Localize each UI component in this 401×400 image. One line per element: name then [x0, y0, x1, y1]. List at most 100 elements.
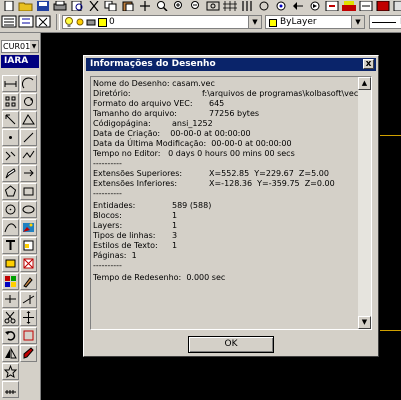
info-value: X=-128.36 Y=-359.75 Z=0.00	[209, 179, 335, 188]
info-line: Extensões Superiores:	[93, 169, 183, 178]
undo-arrow-icon[interactable]	[2, 327, 19, 344]
ok-button[interactable]: OK	[188, 336, 274, 353]
undo-icon[interactable]	[290, 1, 306, 11]
layer-manager-icon[interactable]	[1, 14, 17, 29]
info-value: 645	[209, 99, 225, 108]
brush-tool-icon[interactable]	[20, 273, 37, 290]
spline-tool-icon[interactable]	[2, 219, 19, 236]
layer-icon[interactable]	[341, 1, 357, 11]
chevron-down-icon[interactable]: ▼	[30, 41, 38, 52]
measure-tool-icon[interactable]	[2, 381, 19, 398]
layer-combo-value: 0	[109, 17, 115, 27]
move-cross-icon[interactable]	[20, 309, 37, 326]
drawing-line	[380, 330, 401, 331]
info-line: Tempo de Redesenho: 0.000 sec	[93, 273, 226, 282]
layer-select-value: CUR01	[3, 42, 31, 51]
edit-pencil-icon[interactable]	[2, 165, 19, 182]
lightbulb-icon	[64, 16, 74, 32]
close-icon[interactable]: x	[363, 59, 374, 69]
color-swatch	[269, 19, 277, 27]
info-line: Tamanho do arquivo:	[93, 109, 177, 118]
info-line: Tipos de linhas:	[93, 231, 156, 240]
pan-icon[interactable]	[137, 1, 153, 11]
zoom-in-icon[interactable]	[171, 1, 187, 11]
preview-icon[interactable]	[69, 1, 85, 11]
info-value: 1	[172, 211, 178, 220]
make-current-icon[interactable]	[35, 14, 51, 29]
linetype-combo[interactable]: By	[369, 15, 401, 29]
scroll-up-icon[interactable]: ▲	[358, 77, 371, 90]
extend-tool-icon[interactable]	[20, 291, 37, 308]
info-separator: ----------	[93, 189, 122, 198]
move-tool-icon[interactable]	[20, 165, 37, 182]
hatch-tool-icon[interactable]	[20, 237, 37, 254]
redo-icon[interactable]	[307, 1, 323, 11]
region-tool-icon[interactable]	[20, 327, 37, 344]
layer-combo[interactable]: 0 ▼	[62, 15, 262, 29]
info-listbox[interactable]: Nome do Desenho: casam.vec Diretório: f:…	[90, 76, 372, 330]
explode-tool-icon[interactable]	[2, 363, 19, 380]
info-line: Códigopágina:	[93, 119, 151, 128]
print-icon[interactable]	[52, 1, 68, 11]
zoom-out-icon[interactable]	[188, 1, 204, 11]
text-tool-icon[interactable]	[2, 237, 19, 254]
rotate-tool-icon[interactable]	[20, 93, 37, 110]
linetype-icon[interactable]	[358, 1, 374, 11]
info-line: Nome do Desenho: casam.vec	[93, 79, 215, 88]
cut-icon[interactable]	[86, 1, 102, 11]
chevron-down-icon[interactable]: ▼	[351, 16, 364, 28]
palette-icon[interactable]	[2, 273, 19, 290]
paste-icon[interactable]	[120, 1, 136, 11]
new-file-icon[interactable]	[1, 1, 17, 11]
pattern-tool-icon[interactable]	[20, 255, 37, 272]
properties-icon[interactable]	[392, 1, 401, 11]
scale-tool-icon[interactable]	[2, 111, 19, 128]
drawing-info-dialog: Informações do Desenho x Nome do Desenho…	[83, 55, 379, 357]
info-text: Nome do Desenho: casam.vec Diretório: f:…	[93, 79, 358, 327]
info-value: f:\arquivos de programas\kolbasoft\vecad…	[202, 89, 358, 98]
layer-state-icon[interactable]	[18, 14, 34, 29]
regen-icon[interactable]	[273, 1, 289, 11]
line-tool-icon[interactable]	[20, 129, 37, 146]
grid-icon[interactable]	[222, 1, 238, 11]
help-icon[interactable]	[324, 1, 340, 11]
vertical-scrollbar[interactable]: ▲ ▼	[358, 77, 371, 329]
chevron-down-icon[interactable]: ▼	[248, 16, 261, 28]
scissors-icon[interactable]	[2, 309, 19, 326]
polygon-tool-icon[interactable]	[2, 183, 19, 200]
layer-toolbar: 0 ▼ ByLayer ▼ By	[0, 12, 401, 33]
arc-tool-icon[interactable]	[20, 75, 37, 92]
polyline-tool-icon[interactable]	[20, 147, 37, 164]
color-combo[interactable]: ByLayer ▼	[265, 15, 365, 29]
array-tool-icon[interactable]	[2, 93, 19, 110]
info-separator: ----------	[93, 159, 122, 168]
zoom-window-icon[interactable]	[154, 1, 170, 11]
scroll-down-icon[interactable]: ▼	[358, 316, 371, 329]
stretch-tool-icon[interactable]	[20, 111, 37, 128]
pen-tool-icon[interactable]	[20, 345, 37, 362]
info-value: X=552.85 Y=229.67 Z=5.00	[209, 169, 329, 178]
image-tool-icon[interactable]	[20, 219, 37, 236]
ellipse-tool-icon[interactable]	[20, 201, 37, 218]
dialog-titlebar: Informações do Desenho x	[86, 58, 376, 71]
open-folder-icon[interactable]	[18, 1, 34, 11]
color-icon[interactable]	[375, 1, 391, 11]
point-tool-icon[interactable]	[2, 129, 19, 146]
circle-tool-icon[interactable]	[2, 201, 19, 218]
mirror-tool-icon[interactable]	[2, 345, 19, 362]
dimension-horizontal-icon[interactable]	[2, 75, 19, 92]
rectangle-tool-icon[interactable]	[20, 183, 37, 200]
info-line: Data de Criação: 00-00-0 at 00:00:00	[93, 129, 251, 138]
offset-tool-icon[interactable]	[2, 147, 19, 164]
info-value: 1	[172, 241, 178, 250]
trim-tool-icon[interactable]	[2, 291, 19, 308]
color-combo-value: ByLayer	[280, 17, 317, 27]
layer-select[interactable]: CUR01 ▼	[1, 40, 39, 53]
redraw-icon[interactable]	[256, 1, 272, 11]
save-icon[interactable]	[35, 1, 51, 11]
copy-icon[interactable]	[103, 1, 119, 11]
zoom-extents-icon[interactable]	[205, 1, 221, 11]
snap-icon[interactable]	[239, 1, 255, 11]
info-separator: ----------	[93, 261, 122, 270]
block-insert-icon[interactable]	[2, 255, 19, 272]
